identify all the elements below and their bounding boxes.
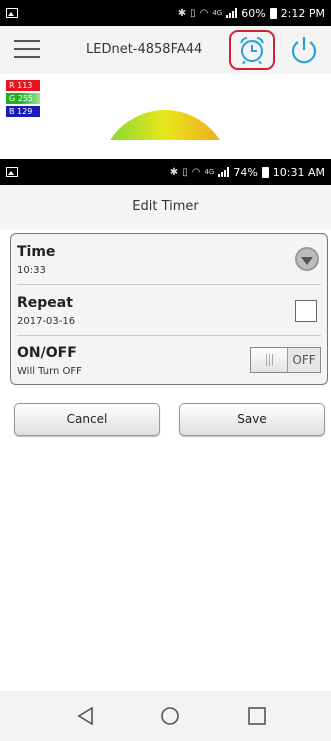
repeat-checkbox[interactable] bbox=[295, 300, 317, 322]
timer-button[interactable] bbox=[229, 30, 275, 70]
network-type: 4G bbox=[212, 9, 223, 17]
power-icon bbox=[291, 37, 317, 64]
timer-settings-card: Time 10:33 Repeat 2017-03-16 ON/OFF Will… bbox=[10, 233, 328, 385]
battery-percent: 60% bbox=[241, 6, 266, 20]
red-value: R 113 bbox=[6, 80, 40, 91]
back-icon[interactable] bbox=[74, 704, 98, 728]
status-bar-top: ✱ ▯ ◠ 4G 60% 2:12 PM bbox=[0, 0, 331, 26]
signal-icon bbox=[226, 8, 238, 18]
repeat-row[interactable]: Repeat 2017-03-16 bbox=[11, 285, 327, 335]
time-value: 10:33 bbox=[17, 265, 46, 276]
onoff-value: Will Turn OFF bbox=[17, 366, 82, 377]
recents-icon[interactable] bbox=[245, 704, 269, 728]
device-name: LEDnet-4858FA44 bbox=[86, 42, 203, 57]
status-time: 2:12 PM bbox=[280, 6, 325, 20]
wifi-icon: ◠ bbox=[191, 166, 201, 178]
onoff-row: ON/OFF Will Turn OFF OFF bbox=[11, 335, 327, 385]
home-icon[interactable] bbox=[158, 704, 182, 728]
alarm-clock-icon bbox=[240, 37, 264, 65]
save-button[interactable]: Save bbox=[179, 403, 325, 436]
network-type: 4G bbox=[204, 168, 215, 176]
onoff-label: ON/OFF bbox=[17, 345, 77, 361]
toggle-knob[interactable] bbox=[251, 348, 288, 372]
status-bar-timer: ✱ ▯ ◠ 4G 74% 10:31 AM bbox=[0, 159, 331, 185]
green-value: G 255 bbox=[6, 93, 40, 104]
onoff-toggle[interactable]: OFF bbox=[250, 347, 321, 373]
navigation-bar bbox=[0, 691, 331, 741]
color-wheel[interactable] bbox=[90, 100, 240, 140]
battery-icon bbox=[269, 7, 277, 19]
power-button[interactable] bbox=[288, 34, 320, 66]
time-label: Time bbox=[17, 244, 56, 260]
battery-icon bbox=[261, 166, 269, 178]
toggle-state: OFF bbox=[292, 353, 316, 367]
vibrate-icon: ▯ bbox=[182, 166, 188, 178]
page-title: Edit Timer bbox=[0, 185, 331, 229]
signal-icon bbox=[218, 167, 230, 177]
blue-value: B 129 bbox=[6, 106, 40, 117]
image-notification-icon bbox=[6, 167, 18, 177]
bluetooth-icon: ✱ bbox=[169, 166, 179, 178]
time-dropdown-icon[interactable] bbox=[295, 247, 319, 271]
cancel-button[interactable]: Cancel bbox=[14, 403, 160, 436]
hamburger-menu-icon[interactable] bbox=[14, 40, 40, 60]
battery-percent: 74% bbox=[233, 165, 258, 179]
status-time: 10:31 AM bbox=[272, 165, 325, 179]
wifi-icon: ◠ bbox=[199, 7, 209, 19]
repeat-label: Repeat bbox=[17, 295, 73, 311]
app-bar: LEDnet-4858FA44 bbox=[0, 26, 331, 74]
time-row[interactable]: Time 10:33 bbox=[11, 234, 327, 284]
image-notification-icon bbox=[6, 8, 18, 18]
bluetooth-icon: ✱ bbox=[177, 7, 187, 19]
repeat-value: 2017-03-16 bbox=[17, 316, 76, 327]
vibrate-icon: ▯ bbox=[190, 7, 196, 19]
